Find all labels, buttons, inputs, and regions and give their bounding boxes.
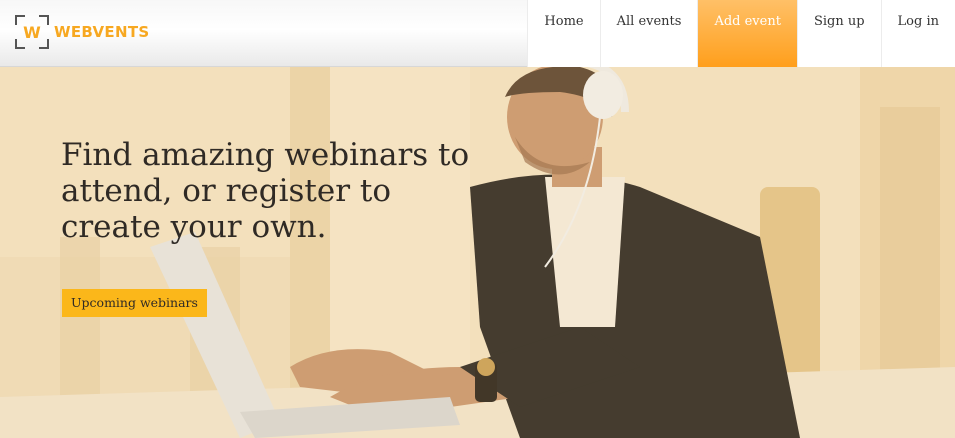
logo-letter: W	[23, 22, 41, 42]
logo-mark-icon: W	[15, 15, 49, 49]
nav-log-in[interactable]: Log in	[880, 0, 955, 67]
nav-all-events[interactable]: All events	[599, 0, 698, 67]
main-nav: Home All events Add event Sign up Log in	[527, 0, 955, 67]
hero-headline: Find amazing webinars to attend, or regi…	[61, 137, 470, 245]
logo[interactable]: W WEBVENTS	[15, 15, 149, 49]
site-header: W WEBVENTS Home All events Add event Sig…	[0, 0, 955, 67]
hero-banner: Find amazing webinars to attend, or regi…	[0, 67, 955, 438]
hero-photo	[0, 67, 955, 438]
nav-sign-up[interactable]: Sign up	[796, 0, 881, 67]
brand-name: WEBVENTS	[54, 23, 150, 41]
upcoming-webinars-button[interactable]: Upcoming webinars	[62, 289, 207, 317]
nav-home[interactable]: Home	[527, 0, 600, 67]
nav-add-event[interactable]: Add event	[697, 0, 797, 67]
